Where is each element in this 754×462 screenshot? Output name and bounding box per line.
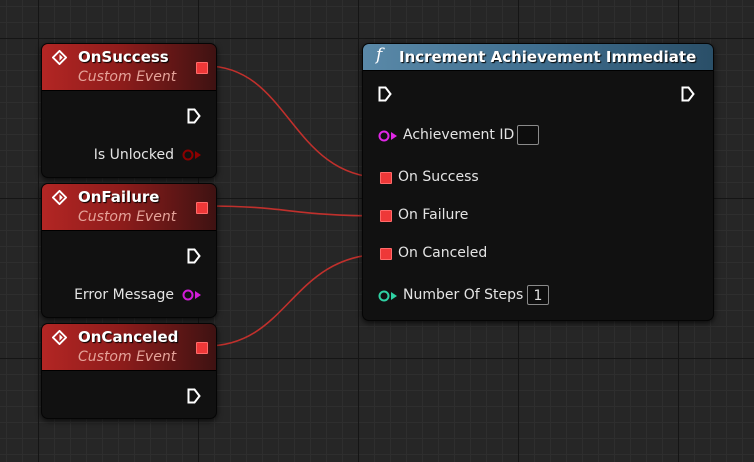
- number-of-steps-pin[interactable]: [378, 290, 390, 302]
- event-diamond-icon: [52, 330, 67, 345]
- boolean-pin[interactable]: [182, 149, 194, 161]
- number-of-steps-label: Number Of Steps: [403, 287, 524, 303]
- pin-arrow-icon: [391, 132, 397, 140]
- exec-output-pin[interactable]: [681, 86, 695, 102]
- function-icon: f: [376, 45, 383, 65]
- function-body: Achievement ID On Success On Failure On …: [363, 71, 713, 320]
- exec-input-pin[interactable]: [378, 86, 392, 102]
- event-subtitle: Custom Event: [78, 209, 177, 225]
- on-success-label: On Success: [398, 169, 479, 185]
- pin-arrow-icon: [195, 151, 201, 159]
- achievement-id-label: Achievement ID: [403, 127, 515, 143]
- function-title: Increment Achievement Immediate: [399, 48, 697, 66]
- event-diamond-icon: [52, 190, 67, 205]
- event-title: OnSuccess: [78, 48, 169, 66]
- on-failure-label: On Failure: [398, 207, 469, 223]
- event-header[interactable]: OnSuccess Custom Event: [42, 44, 216, 91]
- event-title: OnCanceled: [78, 328, 179, 346]
- achievement-id-input[interactable]: [517, 125, 539, 145]
- wire-on-canceled: [205, 253, 386, 347]
- event-subtitle: Custom Event: [78, 349, 177, 365]
- on-canceled-label: On Canceled: [398, 245, 488, 261]
- event-subtitle: Custom Event: [78, 69, 177, 85]
- delegate-pin[interactable]: [196, 202, 208, 214]
- on-failure-pin[interactable]: [380, 210, 392, 222]
- exec-output-pin[interactable]: [187, 248, 201, 264]
- event-header[interactable]: OnFailure Custom Event: [42, 184, 216, 231]
- delegate-pin[interactable]: [196, 62, 208, 74]
- number-of-steps-input[interactable]: 1: [527, 285, 549, 305]
- function-header[interactable]: f Increment Achievement Immediate: [363, 44, 713, 71]
- event-node-on-canceled[interactable]: OnCanceled Custom Event: [41, 323, 217, 419]
- event-title: OnFailure: [78, 188, 160, 206]
- event-node-on-success[interactable]: OnSuccess Custom Event Is Unlocked: [41, 43, 217, 178]
- string-pin[interactable]: [182, 289, 194, 301]
- event-header[interactable]: OnCanceled Custom Event: [42, 324, 216, 371]
- output-pin-label: Error Message: [74, 287, 174, 303]
- exec-output-pin[interactable]: [187, 388, 201, 404]
- event-diamond-icon: [52, 50, 67, 65]
- wire-on-success: [205, 65, 386, 179]
- delegate-pin[interactable]: [196, 342, 208, 354]
- pin-arrow-icon: [391, 292, 397, 300]
- achievement-id-pin[interactable]: [378, 130, 390, 142]
- on-success-pin[interactable]: [380, 172, 392, 184]
- event-node-on-failure[interactable]: OnFailure Custom Event Error Message: [41, 183, 217, 318]
- pin-arrow-icon: [195, 291, 201, 299]
- function-node-increment-achievement[interactable]: f Increment Achievement Immediate Achiev…: [362, 43, 714, 321]
- exec-output-pin[interactable]: [187, 108, 201, 124]
- wire-on-failure: [205, 205, 386, 217]
- output-pin-label: Is Unlocked: [93, 147, 174, 163]
- on-canceled-pin[interactable]: [380, 248, 392, 260]
